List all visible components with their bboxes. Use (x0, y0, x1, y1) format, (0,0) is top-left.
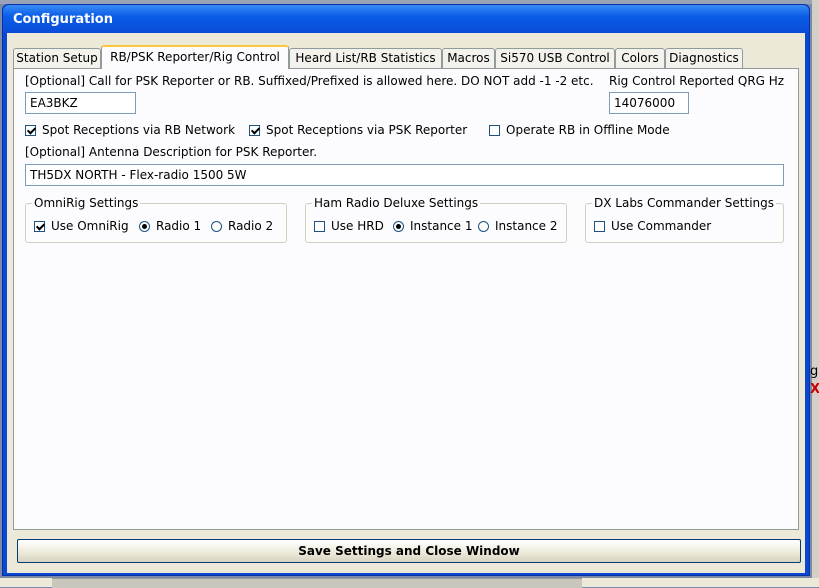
use-omnirig-checkbox[interactable]: Use OmniRig (34, 218, 129, 234)
dxlabs-group-title: DX Labs Commander Settings (592, 196, 777, 210)
checkbox-box (34, 220, 45, 232)
checkbox-box (314, 220, 325, 232)
tab-panel-rb-psk: [Optional] Call for PSK Reporter or RB. … (13, 68, 799, 530)
hrd-group-title: Ham Radio Deluxe Settings (312, 196, 481, 210)
use-commander-checkbox[interactable]: Use Commander (594, 218, 711, 234)
spot-psk-reporter-checkbox[interactable]: Spot Receptions via PSK Reporter (249, 122, 467, 138)
qrg-label: Rig Control Reported QRG Hz (609, 74, 785, 88)
checkbox-label: Spot Receptions via RB Network (42, 123, 236, 137)
call-label: [Optional] Call for PSK Reporter or RB. … (25, 74, 594, 88)
checkbox-label: Use OmniRig (51, 219, 129, 233)
dxlabs-groupbox: DX Labs Commander Settings Use Commander (585, 196, 784, 243)
omnirig-group-title: OmniRig Settings (32, 196, 141, 210)
omnirig-radio-2[interactable]: Radio 2 (211, 218, 273, 234)
tab-macros[interactable]: Macros (442, 48, 495, 68)
checkbox-label: Use Commander (611, 219, 712, 233)
checkbox-label: Operate RB in Offline Mode (506, 123, 670, 137)
radio-circle (393, 220, 404, 232)
radio-label: Instance 2 (495, 219, 558, 233)
radio-circle (139, 220, 150, 232)
tab-station-setup[interactable]: Station Setup (13, 48, 101, 68)
antenna-label: [Optional] Antenna Description for PSK R… (25, 145, 318, 159)
configuration-window: Configuration Station Setup RB/PSK Repor… (2, 4, 810, 576)
checkbox-box (25, 124, 36, 136)
window-client-area: Station Setup RB/PSK Reporter/Rig Contro… (7, 33, 805, 573)
tab-diagnostics[interactable]: Diagnostics (665, 48, 743, 68)
radio-label: Instance 1 (410, 219, 473, 233)
window-title: Configuration (13, 12, 113, 27)
background-text-fragment: g (810, 364, 819, 379)
use-hrd-checkbox[interactable]: Use HRD (314, 218, 384, 234)
checkbox-box (249, 124, 260, 136)
tab-rb-psk-reporter-rig-control[interactable]: RB/PSK Reporter/Rig Control (101, 45, 289, 69)
offline-mode-checkbox[interactable]: Operate RB in Offline Mode (489, 122, 670, 138)
tab-si570-usb-control[interactable]: Si570 USB Control (495, 48, 615, 68)
background-close-fragment: X (810, 382, 819, 397)
checkbox-label: Spot Receptions via PSK Reporter (266, 123, 468, 137)
omnirig-radio-1[interactable]: Radio 1 (139, 218, 201, 234)
title-bar[interactable]: Configuration (3, 5, 809, 33)
radio-circle (478, 220, 489, 232)
background-window-edge (812, 0, 819, 587)
checkbox-label: Use HRD (331, 219, 384, 233)
hrd-groupbox: Ham Radio Deluxe Settings Use HRD Instan… (305, 196, 567, 243)
spot-rb-network-checkbox[interactable]: Spot Receptions via RB Network (25, 122, 235, 138)
hrd-instance-1-radio[interactable]: Instance 1 (393, 218, 473, 234)
radio-circle (211, 220, 222, 232)
radio-label: Radio 2 (228, 219, 274, 233)
call-input[interactable]: EA3BKZ (25, 92, 136, 114)
checkbox-box (594, 220, 605, 232)
save-settings-button[interactable]: Save Settings and Close Window (17, 539, 801, 563)
antenna-input[interactable]: TH5DX NORTH - Flex-radio 1500 5W (25, 164, 784, 186)
checkbox-box (489, 124, 500, 136)
tab-strip: Station Setup RB/PSK Reporter/Rig Contro… (13, 45, 803, 69)
radio-label: Radio 1 (156, 219, 202, 233)
hrd-instance-2-radio[interactable]: Instance 2 (478, 218, 558, 234)
tab-colors[interactable]: Colors (615, 48, 665, 68)
omnirig-groupbox: OmniRig Settings Use OmniRig Radio 1 Rad… (25, 196, 287, 243)
tab-heard-list-rb-statistics[interactable]: Heard List/RB Statistics (289, 48, 442, 68)
qrg-input[interactable]: 14076000 (609, 92, 689, 114)
